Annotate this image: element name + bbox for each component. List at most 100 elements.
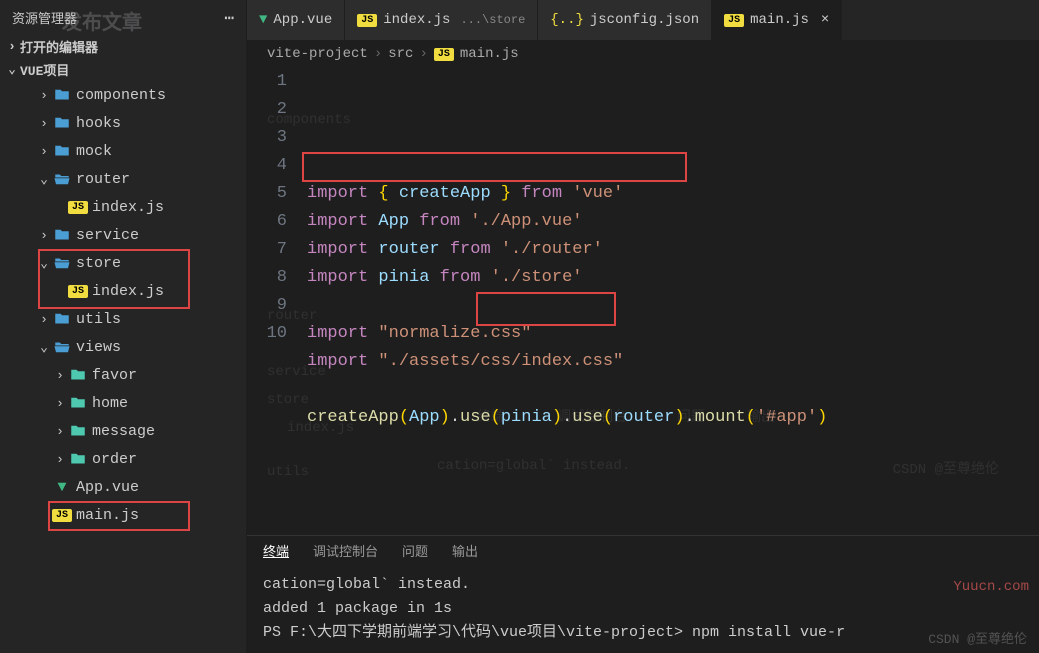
tree-item-label: components (76, 87, 166, 104)
code-line[interactable]: import { createApp } from 'vue' (307, 180, 1039, 208)
tab-label: App.vue (273, 12, 332, 28)
tab-main-js[interactable]: JSmain.js× (712, 0, 842, 40)
js-icon: JS (357, 14, 377, 27)
tree-item-label: views (76, 339, 121, 356)
code-line[interactable]: createApp(App).use(pinia).use(router).mo… (307, 404, 1039, 432)
chevron-icon: › (36, 116, 52, 131)
line-number: 6 (247, 208, 287, 236)
folder-icon (68, 366, 88, 384)
file-main.js[interactable]: JSmain.js (0, 501, 246, 529)
chevron-down-icon: ⌄ (4, 62, 20, 77)
folder-icon (52, 170, 72, 188)
js-icon: JS (434, 48, 454, 61)
folder-store[interactable]: ⌄store (0, 249, 246, 277)
tree-item-label: mock (76, 143, 112, 160)
folder-icon (52, 254, 72, 272)
code-line[interactable] (307, 292, 1039, 320)
folder-components[interactable]: › components (0, 81, 246, 109)
line-number: 4 (247, 152, 287, 180)
project-name-label: VUE项目 (20, 60, 69, 79)
chevron-icon: › (36, 228, 52, 243)
line-number: 3 (247, 124, 287, 152)
terminal-tab-output[interactable]: 输出 (452, 541, 478, 560)
breadcrumb-part[interactable]: vite-project (267, 46, 368, 62)
chevron-icon: › (36, 144, 52, 159)
open-editors-section[interactable]: › 打开的编辑器 (0, 35, 246, 58)
line-number: 8 (247, 264, 287, 292)
folder-message[interactable]: › message (0, 417, 246, 445)
code-line[interactable]: import "normalize.css" (307, 320, 1039, 348)
sidebar-header: 资源管理器 发布文章 ⋯ (0, 0, 246, 35)
jsconfig-icon: {..} (550, 12, 584, 28)
code-line[interactable] (307, 376, 1039, 404)
tree-item-label: index.js (92, 199, 164, 216)
line-number: 7 (247, 236, 287, 264)
chevron-icon: › (36, 88, 52, 103)
chevron-right-icon: › (4, 39, 20, 54)
tab-bar: ▼App.vueJSindex.js...\store {..} jsconfig.… (247, 0, 1039, 40)
js-icon: JS (724, 14, 744, 27)
code-line[interactable]: import App from './App.vue' (307, 208, 1039, 236)
js-icon: JS (68, 285, 88, 298)
sidebar-title: 资源管理器 (12, 8, 77, 27)
folder-views[interactable]: ⌄views (0, 333, 246, 361)
file-index.js[interactable]: JSindex.js (0, 277, 246, 305)
folder-favor[interactable]: › favor (0, 361, 246, 389)
line-gutter: 12345678910 (247, 68, 307, 535)
terminal-tab-terminal[interactable]: 终端 (263, 541, 289, 560)
chevron-right-icon: › (374, 46, 382, 62)
folder-hooks[interactable]: ›hooks (0, 109, 246, 137)
folder-icon (52, 142, 72, 160)
terminal-line: added 1 package in 1s (263, 597, 1023, 621)
code-editor[interactable]: 12345678910 import { createApp } from 'v… (247, 68, 1039, 535)
tab-jsconfig-json[interactable]: {..} jsconfig.json (538, 0, 712, 40)
folder-utils[interactable]: › utils (0, 305, 246, 333)
js-icon: JS (68, 201, 88, 214)
chevron-icon: › (36, 312, 52, 327)
chevron-right-icon: › (419, 46, 427, 62)
tree-item-label: home (92, 395, 128, 412)
tree-item-label: utils (76, 311, 121, 328)
code-content[interactable]: import { createApp } from 'vue'import Ap… (307, 68, 1039, 535)
folder-mock[interactable]: › mock (0, 137, 246, 165)
folder-home[interactable]: › home (0, 389, 246, 417)
chevron-icon: › (52, 396, 68, 411)
chevron-icon: › (52, 368, 68, 383)
terminal-tab-problems[interactable]: 问题 (402, 541, 428, 560)
tab-index-js[interactable]: JSindex.js...\store (345, 0, 538, 40)
breadcrumb[interactable]: vite-project › src › JS main.js (247, 40, 1039, 68)
close-icon[interactable]: × (821, 12, 829, 28)
chevron-icon: › (52, 424, 68, 439)
terminal-tab-debug[interactable]: 调试控制台 (313, 541, 378, 560)
code-line[interactable]: import router from './router' (307, 236, 1039, 264)
breadcrumb-file[interactable]: main.js (460, 46, 519, 62)
tab-label: jsconfig.json (590, 12, 699, 28)
breadcrumb-part[interactable]: src (388, 46, 413, 62)
open-editors-label: 打开的编辑器 (20, 37, 98, 56)
line-number: 9 (247, 292, 287, 320)
folder-icon (52, 114, 72, 132)
file-index.js[interactable]: JS index.js (0, 193, 246, 221)
tree-item-label: service (76, 227, 139, 244)
terminal-content[interactable]: cation=global` instead. added 1 package … (247, 565, 1039, 653)
more-icon[interactable]: ⋯ (224, 8, 234, 28)
code-line[interactable] (307, 432, 1039, 460)
code-line[interactable]: import pinia from './store' (307, 264, 1039, 292)
tree-item-label: message (92, 423, 155, 440)
folder-icon (52, 226, 72, 244)
folder-router[interactable]: ⌄router (0, 165, 246, 193)
tree-item-label: favor (92, 367, 137, 384)
tab-App-vue[interactable]: ▼App.vue (247, 0, 345, 40)
folder-order[interactable]: ›order (0, 445, 246, 473)
terminal-tabs: 终端 调试控制台 问题 输出 (247, 535, 1039, 565)
folder-service[interactable]: › service (0, 221, 246, 249)
highlight-import-pinia (302, 152, 687, 182)
file-App.vue[interactable]: ▼App.vue (0, 473, 246, 501)
line-number: 1 (247, 68, 287, 96)
project-section[interactable]: ⌄ VUE项目 (0, 58, 246, 81)
tab-hint: ...\store (460, 13, 525, 27)
code-line[interactable]: import "./assets/css/index.css" (307, 348, 1039, 376)
line-number: 10 (247, 320, 287, 348)
folder-icon (68, 450, 88, 468)
chevron-icon: ⌄ (36, 256, 52, 271)
